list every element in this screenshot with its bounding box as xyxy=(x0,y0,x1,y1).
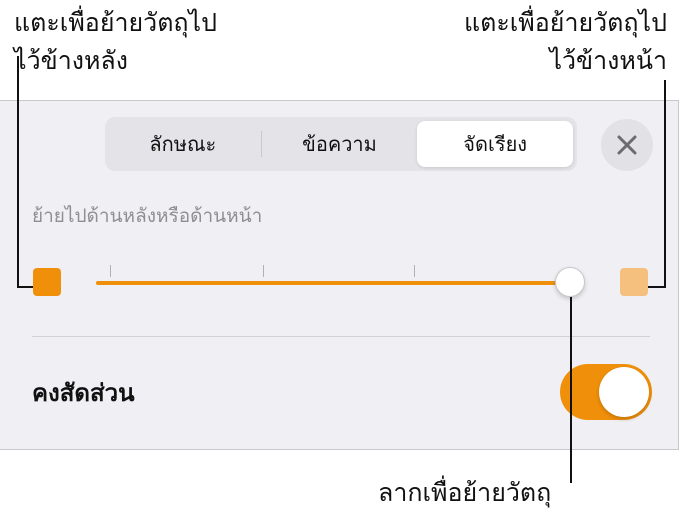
square-front-icon[interactable] xyxy=(620,268,648,296)
callout-front-line2: ไว้ข้างหน้า xyxy=(549,46,667,75)
callout-front-line-h xyxy=(648,286,666,288)
slider-tick xyxy=(414,265,415,277)
callout-back-line1: แตะเพื่อย้ายวัตถุไป xyxy=(14,8,218,37)
slider-thumb[interactable] xyxy=(555,267,585,297)
slider-fill xyxy=(96,281,570,285)
callout-front-line1: แตะเพื่อย้ายวัตถุไป xyxy=(463,8,667,37)
close-icon xyxy=(617,135,637,155)
tab-style-label: ลักษณะ xyxy=(149,132,217,156)
constrain-proportions-toggle[interactable] xyxy=(560,364,652,420)
slider-tick xyxy=(110,265,111,277)
callout-drag: ลากเพื่อย้ายวัตถุ xyxy=(378,478,552,507)
tab-arrange[interactable]: จัดเรียง xyxy=(417,121,574,167)
tab-text[interactable]: ข้อความ xyxy=(262,121,418,167)
slider-tick xyxy=(263,265,264,277)
toggle-knob xyxy=(599,367,649,417)
square-back-icon[interactable] xyxy=(33,268,61,296)
callout-drag-line xyxy=(570,297,572,483)
constrain-proportions-label: คงสัดส่วน xyxy=(32,379,135,407)
close-button[interactable] xyxy=(601,119,653,171)
arrange-panel: ลักษณะ ข้อความ จัดเรียง ย้ายไปด้านหลังหร… xyxy=(0,100,679,450)
callout-back-line xyxy=(17,56,19,288)
callout-bring-forward: แตะเพื่อย้ายวัตถุไป ไว้ข้างหน้า xyxy=(464,4,667,80)
tab-arrange-label: จัดเรียง xyxy=(463,132,528,156)
callout-send-backward: แตะเพื่อย้ายวัตถุไป ไว้ข้างหลัง xyxy=(14,4,217,80)
callout-back-line2: ไว้ข้างหลัง xyxy=(14,46,128,75)
callout-front-line xyxy=(664,80,666,288)
move-section-label: ย้ายไปด้านหลังหรือด้านหน้า xyxy=(32,205,263,227)
format-tabs: ลักษณะ ข้อความ จัดเรียง xyxy=(105,117,577,171)
tab-text-label: ข้อความ xyxy=(302,132,377,156)
divider xyxy=(32,336,650,337)
callout-back-line-h xyxy=(17,286,33,288)
tab-style[interactable]: ลักษณะ xyxy=(105,121,261,167)
